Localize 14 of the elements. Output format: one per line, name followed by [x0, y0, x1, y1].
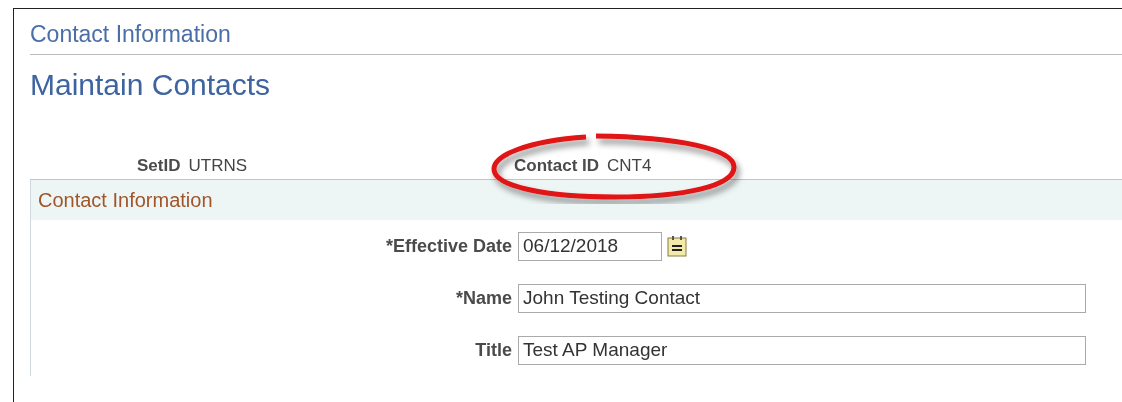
field-label: Contact ID [514, 155, 600, 178]
date-field[interactable]: 06/12/2018 [518, 231, 662, 261]
field-label: SetID [137, 155, 181, 178]
text-field[interactable]: John Testing Contact [518, 283, 1086, 313]
calendar-icon[interactable] [667, 235, 687, 257]
page-title: Contact Information [30, 23, 1122, 55]
field-label: *Effective Date [384, 234, 513, 258]
field-value: UTRNS [188, 155, 248, 178]
page-heading: Maintain Contacts [30, 67, 272, 103]
field-label: Title [474, 338, 513, 362]
field-value: CNT4 [607, 155, 652, 178]
section-title: Contact Information [38, 188, 213, 213]
field-label: *Name [454, 286, 513, 310]
text-field[interactable]: Test AP Manager [518, 335, 1086, 365]
